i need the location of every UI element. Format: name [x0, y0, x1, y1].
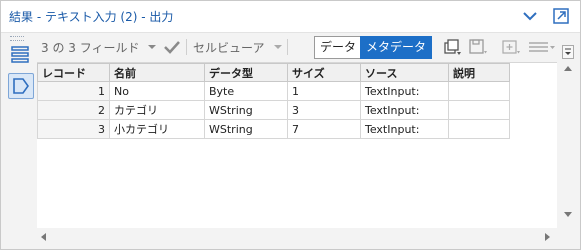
field-source[interactable]: TextInput:: [360, 100, 449, 120]
field-count-dropdown[interactable]: 3 の 3 フィールド: [41, 39, 139, 56]
toolbar-separator: [186, 39, 187, 55]
field-size[interactable]: 3: [287, 100, 361, 120]
table-row[interactable]: 2 カテゴリ WString 3 TextInput:: [37, 100, 510, 120]
results-window: 結果 - テキスト入力 (2) - 出力 3 の 3 フィールド セルビューア …: [0, 0, 581, 250]
metadata-view-button[interactable]: [8, 73, 34, 99]
overflow-icon[interactable]: [562, 45, 574, 59]
field-name[interactable]: カテゴリ: [109, 100, 205, 120]
title-bar: 結果 - テキスト入力 (2) - 出力: [1, 1, 580, 33]
tab-data[interactable]: データ: [314, 36, 363, 59]
field-type[interactable]: WString: [204, 119, 288, 139]
field-description[interactable]: [448, 119, 510, 139]
field-source[interactable]: TextInput:: [360, 119, 449, 139]
field-description[interactable]: [448, 100, 510, 120]
field-name[interactable]: 小カテゴリ: [109, 119, 205, 139]
field-name[interactable]: No: [109, 81, 205, 101]
dropdown-arrow-icon[interactable]: [147, 39, 157, 55]
left-sidebar: [1, 33, 35, 249]
field-size[interactable]: 1: [287, 81, 361, 101]
chevron-down-icon[interactable]: [521, 7, 539, 25]
field-type[interactable]: Byte: [204, 81, 288, 101]
scroll-up-arrow-icon[interactable]: [564, 66, 572, 71]
horizontal-scrollbar[interactable]: [37, 228, 557, 247]
toolbar: 3 の 3 フィールド セルビューア データ メタデータ: [35, 33, 580, 61]
cell-viewer-dropdown[interactable]: セルビューア: [193, 39, 265, 56]
list-view-icon[interactable]: [8, 43, 32, 67]
metadata-grid: レコード 名前 データ型 サイズ ソース 説明 1 No Byte 1 Text…: [37, 62, 557, 228]
save-icon[interactable]: [467, 37, 487, 57]
record-number: 1: [37, 81, 110, 101]
checkmark-icon[interactable]: [162, 37, 182, 57]
window-title: 結果 - テキスト入力 (2) - 出力: [9, 10, 174, 24]
tag-shape-icon: [13, 78, 29, 94]
tab-metadata[interactable]: メタデータ: [360, 36, 433, 59]
expand-icon[interactable]: [552, 7, 570, 25]
field-size[interactable]: 7: [287, 119, 361, 139]
record-number: 3: [37, 119, 110, 139]
column-header-size[interactable]: サイズ: [287, 63, 361, 82]
menu-icon[interactable]: [526, 37, 556, 57]
column-header-type[interactable]: データ型: [204, 63, 288, 82]
column-header-record[interactable]: レコード: [37, 63, 110, 82]
scroll-left-arrow-icon[interactable]: [41, 233, 46, 241]
scroll-down-arrow-icon[interactable]: [564, 212, 572, 217]
metadata-table: レコード 名前 データ型 サイズ ソース 説明 1 No Byte 1 Text…: [37, 63, 510, 139]
record-number: 2: [37, 100, 110, 120]
table-row[interactable]: 3 小カテゴリ WString 7 TextInput:: [37, 119, 510, 139]
scroll-right-arrow-icon[interactable]: [545, 233, 550, 241]
column-header-source[interactable]: ソース: [360, 63, 449, 82]
column-header-description[interactable]: 説明: [448, 63, 510, 82]
vertical-scrollbar[interactable]: [559, 62, 578, 228]
table-row[interactable]: 1 No Byte 1 TextInput:: [37, 81, 510, 101]
table-header-row: レコード 名前 データ型 サイズ ソース 説明: [37, 63, 510, 82]
field-description[interactable]: [448, 81, 510, 101]
field-source[interactable]: TextInput:: [360, 81, 449, 101]
grip-handle[interactable]: [10, 36, 24, 41]
dropdown-arrow-icon[interactable]: [273, 39, 283, 55]
add-column-icon[interactable]: [500, 37, 520, 57]
toolbar-separator: [287, 39, 288, 55]
column-header-name[interactable]: 名前: [109, 63, 205, 82]
copy-icon[interactable]: [441, 37, 461, 57]
field-type[interactable]: WString: [204, 100, 288, 120]
